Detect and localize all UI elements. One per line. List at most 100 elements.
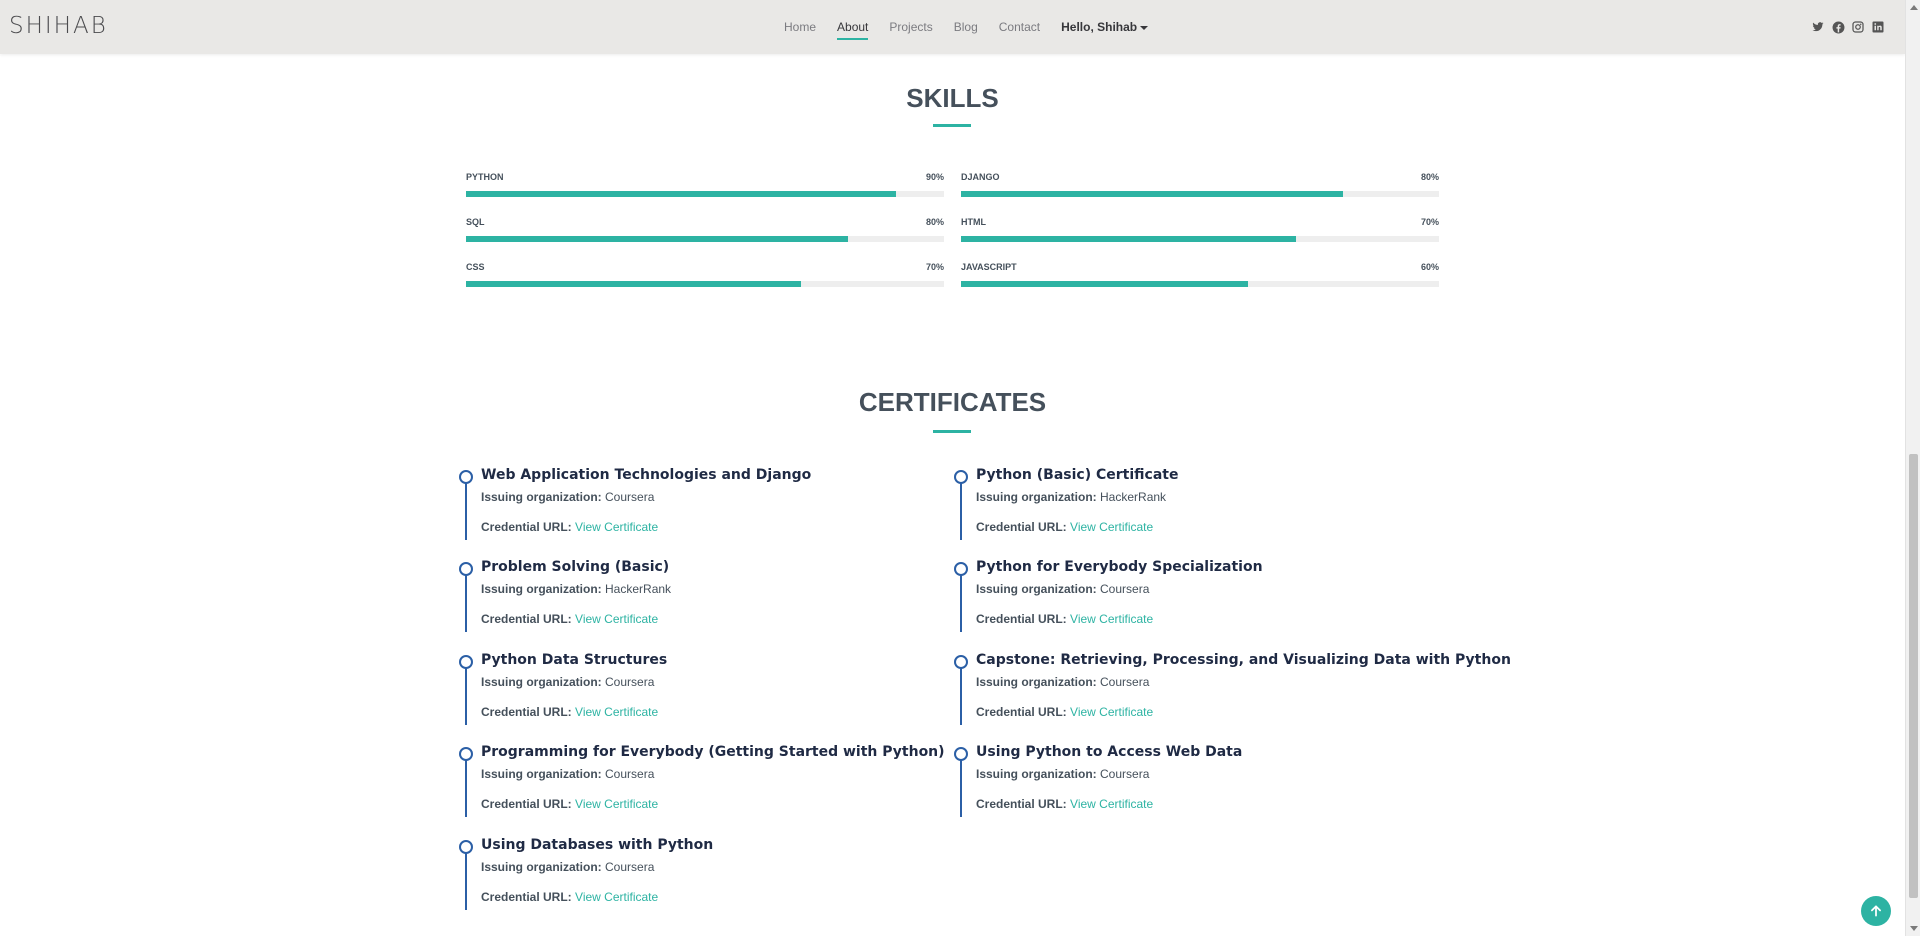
- organization-value: Coursera: [1100, 582, 1150, 596]
- social-links: [1811, 20, 1885, 34]
- organization-value: Coursera: [605, 675, 655, 689]
- nav-projects[interactable]: Projects: [889, 20, 932, 34]
- nav-blog[interactable]: Blog: [954, 20, 978, 34]
- arrow-up-icon: [1871, 905, 1881, 917]
- twitter-icon[interactable]: [1811, 20, 1825, 34]
- main-nav: Home About Projects Blog Contact Hello, …: [784, 0, 1169, 54]
- skill-item: JAVASCRIPT 60%: [961, 262, 1439, 294]
- skill-item: DJANGO 80%: [961, 172, 1439, 204]
- skill-name: JAVASCRIPT: [961, 262, 1017, 272]
- certificate-organization: Issuing organization: HackerRank: [976, 490, 1166, 504]
- skill-progress-fill: [961, 281, 1248, 287]
- timeline-line: [465, 846, 467, 910]
- certificate-organization: Issuing organization: Coursera: [976, 767, 1149, 781]
- page-scrollbar[interactable]: [1905, 0, 1920, 936]
- organization-label: Issuing organization:: [481, 767, 602, 781]
- credential-label: Credential URL:: [481, 890, 572, 904]
- scroll-thumb[interactable]: [1909, 454, 1918, 898]
- timeline-dot-icon: [459, 562, 473, 576]
- timeline-line: [960, 753, 962, 817]
- skill-percent: 70%: [1420, 217, 1439, 227]
- certificate-item: Web Application Technologies and Django I…: [459, 467, 945, 540]
- skill-progress-bar: [961, 281, 1439, 287]
- view-certificate-link[interactable]: View Certificate: [575, 705, 658, 719]
- organization-label: Issuing organization:: [976, 767, 1097, 781]
- view-certificate-link[interactable]: View Certificate: [575, 520, 658, 534]
- site-logo[interactable]: SHIHAB: [9, 13, 108, 39]
- certificate-credential: Credential URL: View Certificate: [976, 612, 1153, 626]
- skill-item: SQL 80%: [466, 217, 944, 249]
- certificate-title: Programming for Everybody (Getting Start…: [481, 744, 945, 760]
- credential-label: Credential URL:: [976, 520, 1067, 534]
- nav-home[interactable]: Home: [784, 20, 816, 34]
- certificate-credential: Credential URL: View Certificate: [481, 612, 658, 626]
- view-certificate-link[interactable]: View Certificate: [1070, 612, 1153, 626]
- view-certificate-link[interactable]: View Certificate: [575, 890, 658, 904]
- timeline-line: [960, 661, 962, 725]
- view-certificate-link[interactable]: View Certificate: [1070, 520, 1153, 534]
- skill-item: PYTHON 90%: [466, 172, 944, 204]
- scroll-up-arrow[interactable]: [1910, 5, 1918, 10]
- skill-name: PYTHON: [466, 172, 504, 182]
- organization-value: HackerRank: [605, 582, 672, 596]
- skill-progress-fill: [466, 281, 801, 287]
- view-certificate-link[interactable]: View Certificate: [575, 612, 658, 626]
- user-menu-dropdown[interactable]: Hello, Shihab: [1061, 20, 1149, 34]
- nav-about[interactable]: About: [837, 20, 869, 40]
- scroll-down-arrow[interactable]: [1910, 926, 1918, 931]
- facebook-icon[interactable]: [1831, 20, 1845, 34]
- view-certificate-link[interactable]: View Certificate: [1070, 797, 1153, 811]
- view-certificate-link[interactable]: View Certificate: [1070, 705, 1153, 719]
- nav-contact[interactable]: Contact: [999, 20, 1040, 34]
- certificate-organization: Issuing organization: Coursera: [481, 675, 654, 689]
- certificate-title: Capstone: Retrieving, Processing, and Vi…: [976, 652, 1511, 668]
- skill-name: DJANGO: [961, 172, 1000, 182]
- timeline-line: [960, 568, 962, 632]
- certificate-credential: Credential URL: View Certificate: [481, 705, 658, 719]
- credential-label: Credential URL:: [976, 797, 1067, 811]
- certificate-item: Using Databases with Python Issuing organ…: [459, 837, 945, 910]
- credential-label: Credential URL:: [481, 705, 572, 719]
- certificate-title: Web Application Technologies and Django: [481, 467, 812, 483]
- skill-percent: 70%: [925, 262, 944, 272]
- skill-progress-fill: [961, 236, 1296, 242]
- certificate-item: Python Data Structures Issuing organizati…: [459, 652, 945, 725]
- skill-progress-fill: [961, 191, 1344, 197]
- certificate-title: Using Python to Access Web Data: [976, 744, 1243, 760]
- skill-progress-bar: [961, 191, 1439, 197]
- certificate-title: Python Data Structures: [481, 652, 668, 668]
- credential-label: Credential URL:: [481, 797, 572, 811]
- instagram-icon[interactable]: [1851, 20, 1865, 34]
- organization-label: Issuing organization:: [481, 582, 602, 596]
- timeline-dot-icon: [954, 470, 968, 484]
- skill-item: HTML 70%: [961, 217, 1439, 249]
- skills-title-underline: [933, 124, 971, 127]
- user-greeting: Hello, Shihab: [1061, 20, 1138, 34]
- timeline-dot-icon: [954, 655, 968, 669]
- skill-progress-bar: [961, 236, 1439, 242]
- certificate-item: Python for Everybody Specialization Issui…: [954, 559, 1440, 632]
- skill-name: SQL: [466, 217, 485, 227]
- timeline-line: [465, 753, 467, 817]
- organization-value: Coursera: [605, 767, 655, 781]
- view-certificate-link[interactable]: View Certificate: [575, 797, 658, 811]
- certificates-section-title: CERTIFICATES: [858, 387, 1047, 417]
- timeline-dot-icon: [954, 562, 968, 576]
- certificate-title: Problem Solving (Basic): [481, 559, 670, 575]
- skills-section-title: SKILLS: [906, 83, 999, 113]
- certificate-credential: Credential URL: View Certificate: [481, 890, 658, 904]
- back-to-top-button[interactable]: [1861, 896, 1891, 926]
- linkedin-icon[interactable]: [1871, 20, 1885, 34]
- credential-label: Credential URL:: [976, 612, 1067, 626]
- timeline-dot-icon: [459, 655, 473, 669]
- timeline-line: [465, 476, 467, 540]
- certificates-title-underline: [933, 430, 971, 433]
- skill-progress-bar: [466, 281, 944, 287]
- credential-label: Credential URL:: [481, 612, 572, 626]
- certificate-organization: Issuing organization: Coursera: [481, 860, 654, 874]
- certificate-item: Capstone: Retrieving, Processing, and Vi…: [954, 652, 1511, 725]
- certificate-credential: Credential URL: View Certificate: [976, 797, 1153, 811]
- certificate-credential: Credential URL: View Certificate: [976, 520, 1153, 534]
- credential-label: Credential URL:: [481, 520, 572, 534]
- certificate-title: Using Databases with Python: [481, 837, 714, 853]
